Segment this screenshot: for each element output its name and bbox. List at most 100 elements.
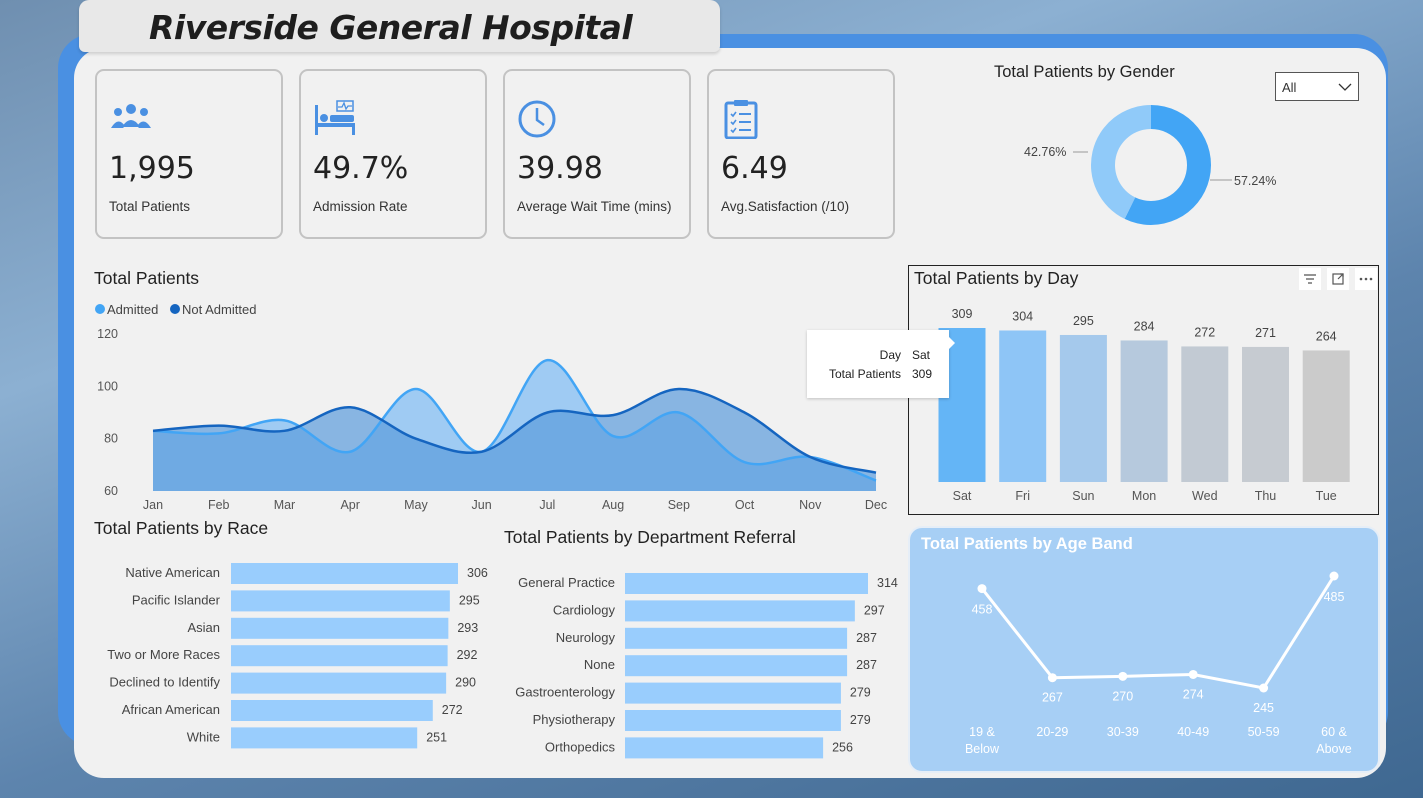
age-point[interactable] <box>1259 683 1269 693</box>
day-bar-value: 264 <box>1316 329 1337 343</box>
day-bar-value: 304 <box>1012 309 1033 323</box>
race-bar-value: 272 <box>442 703 463 717</box>
day-bar[interactable] <box>1302 350 1350 482</box>
department-bar[interactable] <box>625 573 868 594</box>
day-bar-chart: 309 Sat 304 Fri 295 Sun 284 Mon 272 Wed 271 Thu 264 T… <box>938 307 1350 503</box>
x-tick-label: Apr <box>340 498 359 512</box>
kpi-value: 49.7% <box>313 151 409 186</box>
department-bar[interactable] <box>625 655 848 677</box>
kpi-label: Admission Rate <box>313 199 408 214</box>
legend-admitted: Admitted <box>107 302 158 317</box>
age-point[interactable] <box>1329 571 1339 581</box>
age-point[interactable] <box>1118 671 1128 681</box>
race-bar[interactable] <box>231 617 449 639</box>
race-chart-title: Total Patients by Race <box>94 518 269 538</box>
age-line[interactable] <box>980 575 1336 690</box>
tooltip-value-total: 309 <box>912 367 933 381</box>
kpi-value: 39.98 <box>517 151 603 186</box>
department-bar[interactable] <box>625 600 855 622</box>
gender-filter-value: All <box>1282 80 1297 95</box>
department-bar-chart: General Practice 314 Cardiology 297 Neurolog… <box>515 573 898 759</box>
department-bar-value: 256 <box>832 740 853 754</box>
department-bar[interactable] <box>625 737 824 759</box>
kpi-card-wait-time: 39.98 Average Wait Time (mins) <box>503 69 691 239</box>
day-tooltip: Day Sat Total Patients 309 <box>807 330 955 398</box>
gender-donut-chart: 42.76% 57.24% M F <box>1024 105 1276 225</box>
day-axis-label: Sat <box>953 489 972 503</box>
kpi-card-satisfaction: 6.49 Avg.Satisfaction (/10) <box>707 69 895 239</box>
age-point[interactable] <box>977 584 987 594</box>
x-tick-label: Mar <box>274 498 296 512</box>
race-bar[interactable] <box>231 563 458 584</box>
day-bar-value: 272 <box>1194 325 1215 339</box>
x-tick-label: Oct <box>735 498 755 512</box>
kpi-card-admission-rate: 49.7% Admission Rate <box>299 69 487 239</box>
day-bar-value: 309 <box>952 307 973 321</box>
age-chart-title: Total Patients by Age Band <box>921 535 1133 553</box>
kpi-card-total-patients: 1,995 Total Patients <box>95 69 283 239</box>
day-bar[interactable] <box>1181 346 1229 482</box>
age-value-label: 270 <box>1112 689 1133 703</box>
age-axis-label: 40-49 <box>1177 725 1209 739</box>
age-axis-label: Below <box>965 742 1000 756</box>
age-axis-label: Above <box>1316 742 1351 756</box>
department-category-label: General Practice <box>518 575 615 590</box>
y-tick-label: 120 <box>97 327 118 341</box>
total-patients-area-chart: Admitted Not Admitted 120 100 80 60 Jan Feb Ma… <box>95 302 887 512</box>
race-bar-value: 251 <box>426 730 447 744</box>
department-bar[interactable] <box>625 710 841 731</box>
race-bar-value: 292 <box>457 648 478 662</box>
area-chart-title: Total Patients <box>94 268 200 288</box>
day-bar[interactable] <box>999 330 1047 482</box>
x-tick-label: Jan <box>143 498 163 512</box>
filter-icon[interactable] <box>1299 268 1321 290</box>
age-axis-label: 19 & <box>969 725 995 739</box>
kpi-value: 1,995 <box>109 151 195 186</box>
day-axis-label: Thu <box>1255 489 1277 503</box>
race-bar[interactable] <box>231 590 450 612</box>
day-axis-label: Tue <box>1316 489 1337 503</box>
title-banner: Riverside General Hospital <box>79 0 720 52</box>
tooltip-label-total: Total Patients <box>828 367 901 381</box>
age-axis-label: 60 & <box>1321 725 1347 739</box>
kpi-label: Total Patients <box>109 199 191 214</box>
day-bar[interactable] <box>1120 340 1168 482</box>
age-value-label: 458 <box>972 603 993 617</box>
age-point[interactable] <box>1047 673 1057 683</box>
department-category-label: None <box>584 657 615 672</box>
race-bar[interactable] <box>231 700 433 721</box>
age-value-label: 274 <box>1183 687 1204 701</box>
day-bar[interactable] <box>1242 346 1289 482</box>
age-point[interactable] <box>1188 669 1198 679</box>
focus-mode-icon[interactable] <box>1327 268 1349 290</box>
department-bar[interactable] <box>625 627 848 649</box>
race-category-label: Pacific Islander <box>132 592 221 607</box>
x-tick-label: Jul <box>539 498 555 512</box>
kpi-label: Avg.Satisfaction (/10) <box>721 199 850 214</box>
kpi-value: 6.49 <box>721 151 788 186</box>
day-bar[interactable] <box>1059 334 1107 482</box>
age-axis-label: 20-29 <box>1036 725 1068 739</box>
chevron-down-icon <box>1338 83 1352 91</box>
legend-dot-admitted <box>95 304 105 314</box>
department-bar-value: 287 <box>856 658 877 672</box>
department-chart-title: Total Patients by Department Referral <box>504 527 796 547</box>
more-options-icon[interactable] <box>1355 268 1377 290</box>
kpi-label: Average Wait Time (mins) <box>517 199 672 214</box>
race-bar[interactable] <box>231 727 418 749</box>
legend-dot-not-admitted <box>170 304 180 314</box>
race-bar-value: 295 <box>459 593 480 607</box>
department-bar[interactable] <box>625 682 841 704</box>
day-bar-value: 271 <box>1255 326 1276 340</box>
race-category-label: African American <box>122 702 220 717</box>
race-bar[interactable] <box>231 645 448 667</box>
gender-label-m: 57.24% <box>1234 174 1276 188</box>
race-category-label: Declined to Identify <box>109 675 220 690</box>
day-axis-label: Mon <box>1132 489 1156 503</box>
y-tick-label: 60 <box>104 484 118 498</box>
department-category-label: Physiotherapy <box>533 712 616 727</box>
age-value-label: 485 <box>1324 590 1345 604</box>
age-value-label: 245 <box>1253 701 1274 715</box>
race-bar[interactable] <box>231 672 447 694</box>
x-tick-label: Nov <box>799 498 822 512</box>
